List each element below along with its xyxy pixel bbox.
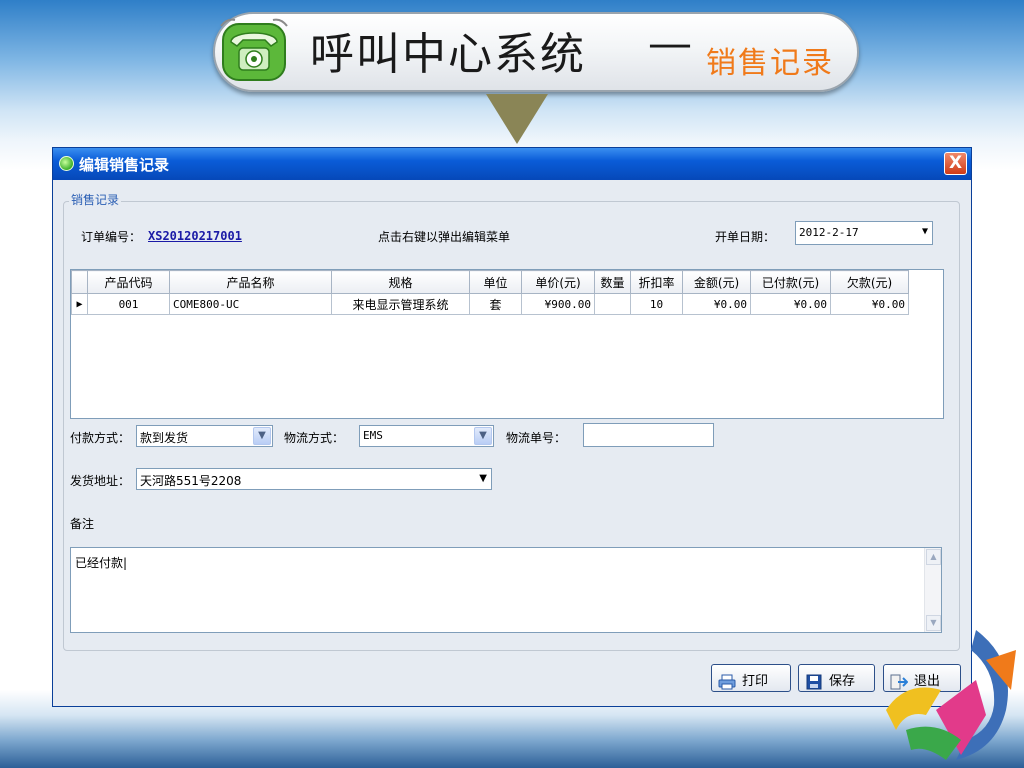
- slide-subtitle: 销售记录: [706, 46, 834, 81]
- payment-method-label: 付款方式：: [70, 431, 131, 445]
- print-button-label: 打印: [742, 674, 769, 689]
- window-title: 编辑销售记录: [79, 156, 170, 174]
- cell-unit[interactable]: 套: [469, 293, 522, 315]
- payment-method-value: 款到发货: [140, 431, 189, 445]
- title-dash: —: [648, 18, 692, 69]
- decorative-swirl-graphic: [886, 630, 1016, 760]
- column-header[interactable]: 规格: [331, 270, 470, 294]
- edit-sales-record-window: 编辑销售记录 X 销售记录 订单编号： XS20120217001 点击右键以弹…: [52, 147, 972, 707]
- date-value: 2012-2-17: [799, 226, 859, 239]
- print-button[interactable]: 打印: [711, 664, 791, 692]
- product-grid[interactable]: 产品代码 产品名称 规格 单位 单价(元) 数量 折扣率 金额(元) 已付款(元…: [70, 269, 944, 419]
- cell-discount[interactable]: 10: [630, 293, 683, 315]
- tracking-number-label: 物流单号：: [506, 431, 567, 445]
- save-button[interactable]: 保存: [798, 664, 875, 692]
- row-indicator-icon: ▶: [71, 293, 88, 315]
- order-number-value[interactable]: XS20120217001: [148, 229, 242, 243]
- tracking-number-input[interactable]: [583, 423, 714, 447]
- chevron-down-icon[interactable]: ▼: [253, 427, 271, 445]
- shipping-address-label: 发货地址：: [70, 474, 131, 488]
- column-header[interactable]: 单价(元): [521, 270, 595, 294]
- cell-quantity[interactable]: [594, 293, 631, 315]
- order-number-label: 订单编号：: [81, 230, 142, 244]
- close-button[interactable]: X: [944, 152, 967, 175]
- column-header[interactable]: 数量: [594, 270, 631, 294]
- cell-product-name[interactable]: COME800-UC: [169, 293, 332, 315]
- cell-spec[interactable]: 来电显示管理系统: [331, 293, 470, 315]
- chevron-down-icon[interactable]: ▼: [474, 427, 492, 445]
- shipping-address-value: 天河路551号2208: [140, 474, 242, 488]
- column-header[interactable]: 产品代码: [87, 270, 170, 294]
- remark-value: 已经付款|: [75, 556, 128, 570]
- down-arrow-icon: [486, 94, 548, 144]
- slide-title: 呼叫中心系统: [310, 29, 586, 80]
- cell-owed[interactable]: ¥0.00: [830, 293, 909, 315]
- column-header[interactable]: 金额(元): [682, 270, 751, 294]
- grid-header-row: 产品代码 产品名称 规格 单位 单价(元) 数量 折扣率 金额(元) 已付款(元…: [71, 270, 909, 294]
- column-header[interactable]: 单位: [469, 270, 522, 294]
- telephone-icon: [220, 18, 288, 81]
- app-icon: [59, 156, 74, 171]
- column-header[interactable]: 欠款(元): [830, 270, 909, 294]
- cell-amount[interactable]: ¥0.00: [682, 293, 751, 315]
- row-indicator-header: [71, 270, 88, 294]
- printer-icon: [718, 674, 736, 689]
- logistics-method-select[interactable]: EMS ▼: [359, 425, 494, 447]
- floppy-disk-icon: [806, 674, 822, 689]
- logistics-method-value: EMS: [363, 429, 383, 442]
- cell-unit-price[interactable]: ¥900.00: [521, 293, 595, 315]
- logistics-method-label: 物流方式：: [284, 431, 345, 445]
- remark-label: 备注: [70, 517, 95, 531]
- cell-paid[interactable]: ¥0.00: [750, 293, 831, 315]
- remark-textarea[interactable]: 已经付款| ▲ ▼: [70, 547, 942, 633]
- column-header[interactable]: 产品名称: [169, 270, 332, 294]
- grid-hint: 点击右键以弹出编辑菜单: [378, 230, 511, 244]
- scroll-up-icon[interactable]: ▲: [926, 549, 941, 565]
- dropdown-arrow-icon[interactable]: ▼: [922, 226, 928, 237]
- cell-product-code[interactable]: 001: [87, 293, 170, 315]
- shipping-address-select[interactable]: 天河路551号2208 ▼: [136, 468, 492, 490]
- table-row[interactable]: ▶ 001 COME800-UC 来电显示管理系统 套 ¥900.00 10 ¥…: [71, 293, 909, 315]
- column-header[interactable]: 折扣率: [630, 270, 683, 294]
- payment-method-select[interactable]: 款到发货 ▼: [136, 425, 273, 447]
- window-titlebar[interactable]: 编辑销售记录 X: [53, 148, 971, 180]
- save-button-label: 保存: [829, 674, 856, 689]
- date-picker[interactable]: 2012-2-17 ▼: [795, 221, 933, 245]
- group-title: 销售记录: [69, 191, 122, 208]
- column-header[interactable]: 已付款(元): [750, 270, 831, 294]
- date-label: 开单日期：: [715, 230, 776, 244]
- dropdown-arrow-icon[interactable]: ▼: [479, 473, 487, 484]
